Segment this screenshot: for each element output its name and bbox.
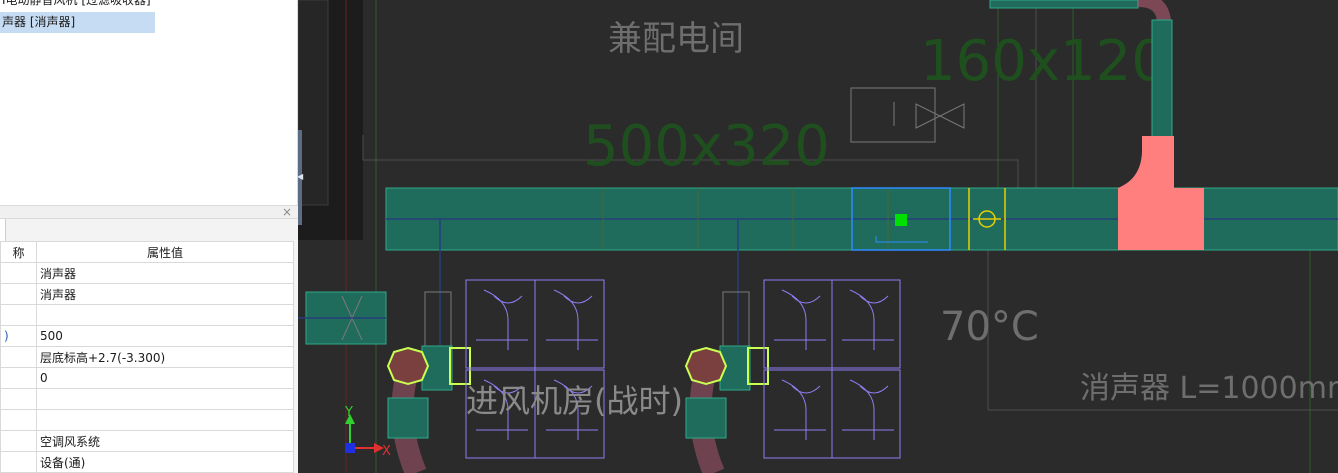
prop-name [0, 451, 37, 473]
prop-value[interactable]: 消声器 [36, 262, 294, 284]
prop-value[interactable]: 消声器 [36, 283, 294, 305]
highlighted-fitting[interactable] [1118, 188, 1204, 250]
selection-grip[interactable] [895, 214, 907, 226]
prop-name [0, 283, 37, 305]
equipment-1[interactable] [465, 279, 605, 459]
prop-name [0, 409, 37, 431]
fan-unit-1[interactable] [386, 291, 471, 473]
prop-name [0, 430, 37, 452]
table-row[interactable]: 消声器 [0, 283, 294, 305]
axis-x-label: X [382, 444, 391, 459]
room-label-2: 进风机房(战时) [466, 382, 683, 420]
cad-drawing[interactable]: 兼配电间 160x120 500x320 进风机房(战时) 70°C 消声器 L… [298, 0, 1338, 473]
transition-fitting[interactable] [1118, 136, 1174, 188]
prop-value[interactable]: 层底标高+2.7(-3.300) [36, 346, 294, 368]
properties-panel: I电动静音风机 [过滤吸收器] 声器 [消声器] × 称 属性值 消声器 消声器… [0, 0, 298, 473]
top-duct[interactable] [989, 0, 1139, 9]
prop-value[interactable] [36, 304, 294, 326]
axis-y-label: Y [344, 405, 353, 420]
prop-value[interactable]: 空调风系统 [36, 430, 294, 452]
prop-name [0, 346, 37, 368]
table-header-row: 称 属性值 [0, 241, 294, 263]
prop-value[interactable]: 0 [36, 367, 294, 389]
prop-name [0, 367, 37, 389]
header-value: 属性值 [36, 241, 294, 263]
table-row[interactable]: ) 500 [0, 325, 294, 347]
property-table: 称 属性值 消声器 消声器 ) 500 层底标高+2.7(-3.300) 0 空调… [0, 241, 294, 473]
equipment-2[interactable] [763, 279, 901, 459]
dim-label-500: 500x320 [583, 114, 830, 179]
silencer-label: 消声器 L=1000mm [1080, 371, 1338, 406]
room-label: 兼配电间 [608, 19, 744, 59]
prop-name: ) [0, 325, 37, 347]
table-row[interactable]: 层底标高+2.7(-3.300) [0, 346, 294, 368]
prop-value[interactable] [36, 388, 294, 410]
table-row[interactable] [0, 388, 294, 410]
cad-viewport[interactable]: 兼配电间 160x120 500x320 进风机房(战时) 70°C 消声器 L… [298, 0, 1338, 473]
prop-name [0, 304, 37, 326]
branch-duct[interactable] [1151, 19, 1173, 139]
table-row[interactable] [0, 304, 294, 326]
tree-item-silencer[interactable]: 声器 [消声器] [0, 12, 155, 33]
ucs-icon: Y X [344, 405, 391, 459]
tab-properties[interactable] [0, 219, 6, 241]
table-row[interactable]: 消声器 [0, 262, 294, 284]
prop-value[interactable] [36, 409, 294, 431]
chevron-left-icon[interactable]: ◀ [298, 172, 303, 181]
table-row[interactable]: 0 [0, 367, 294, 389]
tree-item-fan[interactable]: I电动静音风机 [过滤吸收器] [0, 0, 151, 11]
prop-name [0, 388, 37, 410]
element-tree: I电动静音风机 [过滤吸收器] 声器 [消声器] [0, 0, 298, 205]
prop-value[interactable]: 设备(通) [36, 451, 294, 473]
tab-strip [0, 219, 298, 241]
table-row[interactable]: 空调风系统 [0, 430, 294, 452]
panel-splitter[interactable]: × [0, 205, 298, 219]
valve-symbol [850, 87, 965, 143]
temp-label: 70°C [940, 304, 1039, 350]
fan-unit-2[interactable] [684, 291, 769, 473]
prop-name [0, 262, 37, 284]
table-row[interactable] [0, 409, 294, 431]
header-name: 称 [0, 241, 37, 263]
table-row[interactable]: 设备(通) [0, 451, 294, 473]
dim-label-160: 160x120 [920, 29, 1167, 94]
close-icon[interactable]: × [282, 206, 292, 218]
prop-value[interactable]: 500 [36, 325, 294, 347]
